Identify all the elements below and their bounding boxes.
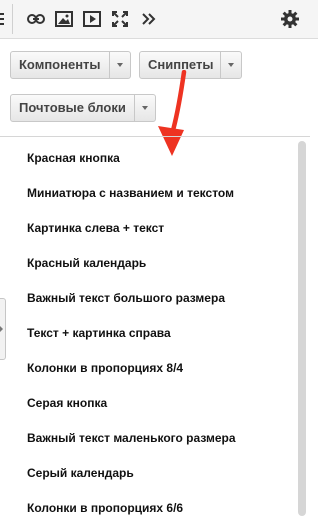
link-icon[interactable] <box>26 9 46 29</box>
snippet-item[interactable]: Колонки в пропорциях 6/6 <box>27 501 183 515</box>
chevron-down-icon[interactable] <box>220 52 241 78</box>
snippet-item[interactable]: Красный календарь <box>27 256 146 270</box>
image-icon[interactable] <box>54 9 74 29</box>
panel-toggle-handle[interactable] <box>0 298 6 360</box>
chevron-down-icon[interactable] <box>109 52 130 78</box>
mail-blocks-dropdown[interactable]: Почтовые блоки <box>10 94 156 122</box>
snippet-item[interactable]: Миниатюра с названием и текстом <box>27 186 234 200</box>
editor-toolbar <box>0 0 318 39</box>
fullscreen-icon[interactable] <box>110 9 130 29</box>
toolbar-divider <box>12 4 13 34</box>
mail-blocks-label: Почтовые блоки <box>19 100 126 115</box>
snippet-item[interactable]: Важный текст маленького размера <box>27 431 236 445</box>
components-dropdown[interactable]: Компоненты <box>10 51 131 79</box>
gear-icon[interactable] <box>280 9 300 29</box>
snippet-item[interactable]: Серый календарь <box>27 466 134 480</box>
list-icon[interactable] <box>0 9 16 29</box>
scrollbar[interactable] <box>298 141 306 516</box>
video-icon[interactable] <box>82 9 102 29</box>
components-label: Компоненты <box>19 57 101 72</box>
snippet-item[interactable]: Колонки в пропорциях 8/4 <box>27 361 183 375</box>
snippet-item[interactable]: Текст + картинка справа <box>27 326 171 340</box>
more-icon[interactable] <box>138 9 158 29</box>
snippet-item[interactable]: Картинка слева + текст <box>27 221 164 235</box>
snippet-item[interactable]: Важный текст большого размера <box>27 291 225 305</box>
snippet-item[interactable]: Серая кнопка <box>27 396 107 410</box>
snippet-item[interactable]: Красная кнопка <box>27 151 120 165</box>
